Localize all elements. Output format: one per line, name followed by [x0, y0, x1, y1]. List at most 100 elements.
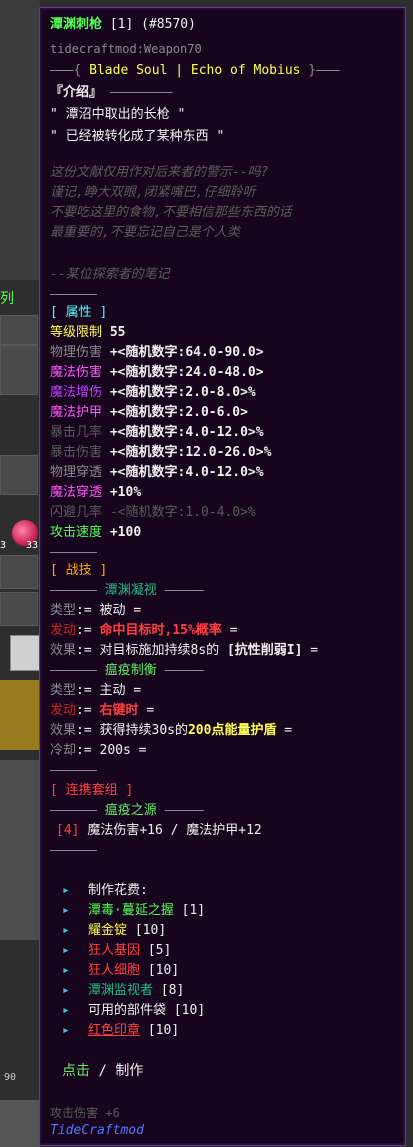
attr-label: 物理伤害: [50, 345, 103, 360]
craft-item-name: 潭渊监视者: [88, 983, 154, 998]
craft-item-count: [10]: [147, 1023, 180, 1038]
attr-label: 物理穿透: [50, 465, 103, 480]
background-yellow-panel: [0, 680, 40, 750]
bullet-icon: ▸: [62, 903, 70, 918]
skill-cd-label: 冷却: [50, 743, 77, 758]
item-registry-name: tidecraftmod:Weapon70: [50, 42, 202, 56]
attr-value: +<随机数字:12.0-26.0>%: [109, 445, 272, 460]
mod-name: TideCraftmod: [50, 1123, 144, 1138]
craft-item-count: [5]: [147, 943, 172, 958]
attr-value: +10%: [109, 485, 142, 500]
divider: [50, 63, 73, 78]
skill1-heading: 潭渊凝视: [50, 582, 204, 600]
attr-label: 魔法增伤: [50, 385, 103, 400]
click-label[interactable]: 点击: [62, 1063, 90, 1079]
attributes-title: [ 属性 ]: [50, 305, 108, 320]
skill1-trigger: 发动:= 命中目标时,15%概率 =: [50, 623, 238, 638]
craft-item-name: 狂人细胞: [88, 963, 141, 978]
attr-value: +<随机数字:64.0-90.0>: [109, 345, 264, 360]
bullet-icon: ▸: [62, 883, 70, 898]
attr-label: 暴击几率: [50, 425, 103, 440]
attr-row: 闪避几率 -<随机数字:1.0-4.0>%: [50, 504, 256, 522]
divider: [50, 583, 97, 598]
attr-value: +100: [109, 525, 142, 540]
craft-item-name: 耀金锭: [88, 923, 128, 938]
craft-title: 制作花费:: [88, 883, 148, 898]
skill-type-label: 类型: [50, 603, 77, 618]
bracket-glyph: }: [300, 63, 317, 78]
item-id: (#8570): [141, 17, 196, 32]
skill2-trigger: 发动:= 右键时 =: [50, 703, 155, 718]
inventory-slot[interactable]: [0, 555, 38, 589]
background-bottom-panel: [0, 1100, 40, 1147]
attr-label: 魔法护甲: [50, 405, 103, 420]
attr-value: +<随机数字:2.0-6.0>: [109, 405, 248, 420]
divider: [50, 286, 97, 304]
attr-row: 攻击速度 +100: [50, 524, 141, 542]
inventory-slot[interactable]: [0, 315, 38, 345]
bracket-glyph: {: [73, 63, 90, 78]
armor-icon[interactable]: [10, 635, 40, 671]
attr-label: 魔法伤害: [50, 365, 103, 380]
attr-row: 魔法增伤 +<随机数字:2.0-8.0>%: [50, 384, 256, 402]
set-count: [4]: [56, 823, 80, 838]
craft-item-count: [10]: [173, 1003, 206, 1018]
item-tooltip: 潭渊刺枪 [1] (#8570) tidecraftmod:Weapon70 {…: [39, 7, 406, 1146]
series-separator: |: [175, 63, 184, 78]
craft-item-count: [1]: [181, 903, 206, 918]
make-label[interactable]: 制作: [115, 1063, 143, 1079]
craft-item: ▸ 可用的部件袋 [10]: [62, 1002, 205, 1020]
skill1-type: 类型:= 被动 =: [50, 603, 142, 618]
divider: [110, 85, 173, 100]
skill2-type: 类型:= 主动 =: [50, 683, 142, 698]
divider: [50, 762, 97, 780]
intro-heading: 『介绍』: [50, 84, 172, 102]
lore-signature: --某位探索者的笔记: [50, 267, 170, 282]
series-right: Echo of Mobius: [190, 63, 301, 78]
attr-row: 魔法伤害 +<随机数字:24.0-48.0>: [50, 364, 264, 382]
lore-line-4: 最重要的,不要忘记自己是个人类: [50, 225, 240, 240]
skill-effect-prefix: 获得持续30s的: [99, 723, 188, 738]
faded-attribute-line: 攻击伤害 +6: [50, 1106, 120, 1120]
item-title-line: 潭渊刺枪 [1] (#8570): [50, 16, 196, 34]
inventory-slot[interactable]: [0, 592, 38, 626]
series-left: Blade Soul: [89, 63, 168, 78]
skill1-effect: 效果:= 对目标施加持续8s的 [抗性削弱I] =: [50, 643, 319, 658]
skill-type-label: 类型: [50, 683, 77, 698]
craft-item-name: 狂人基因: [88, 943, 141, 958]
bullet-icon: ▸: [62, 983, 70, 998]
background-tab-label: 列: [0, 291, 14, 307]
background-dark-panel: [0, 0, 40, 280]
skill2-cooldown: 冷却:= 200s =: [50, 743, 147, 758]
craft-item-name: 可用的部件袋: [88, 1003, 167, 1018]
divider: [50, 842, 97, 860]
attr-row: 暴击几率 +<随机数字:4.0-12.0>%: [50, 424, 264, 442]
background-bar-number: 90: [4, 1072, 17, 1083]
attr-label: 等级限制: [50, 325, 103, 340]
skill-effect-label: 效果: [50, 723, 77, 738]
craft-item-count: [10]: [134, 923, 167, 938]
bullet-icon: ▸: [62, 1023, 70, 1038]
set-title: [ 连携套组 ]: [50, 783, 134, 798]
skill-effect-label: 效果: [50, 643, 77, 658]
stack-count: 33: [26, 540, 39, 551]
skill1-name: 潭渊凝视: [104, 583, 157, 598]
bullet-icon: ▸: [62, 963, 70, 978]
skill-effect-value: 200点能量护盾: [187, 723, 277, 738]
inventory-slot[interactable]: [0, 455, 38, 495]
attr-row: 魔法穿透 +10%: [50, 484, 141, 502]
lore-line-3: 不要吃这里的食物,不要相信那些东西的话: [50, 205, 292, 220]
divider: [165, 583, 204, 598]
item-count: [1]: [109, 17, 134, 32]
attr-value: +<随机数字:4.0-12.0>%: [109, 465, 264, 480]
attr-value: +<随机数字:4.0-12.0>%: [109, 425, 264, 440]
bullet-icon: ▸: [62, 943, 70, 958]
stack-count: 3: [0, 540, 7, 551]
attr-label: 暴击伤害: [50, 445, 103, 460]
skill-trigger-label: 发动: [50, 703, 77, 718]
craft-item: ▸ 潭毒·蔓延之握 [1]: [62, 902, 205, 920]
intro-line-2: " 已经被转化成了某种东西 ": [50, 129, 225, 144]
skill2-effect: 效果:= 获得持续30s的200点能量护盾 =: [50, 723, 293, 738]
craft-item-count: [10]: [147, 963, 180, 978]
inventory-slot[interactable]: [0, 345, 38, 395]
